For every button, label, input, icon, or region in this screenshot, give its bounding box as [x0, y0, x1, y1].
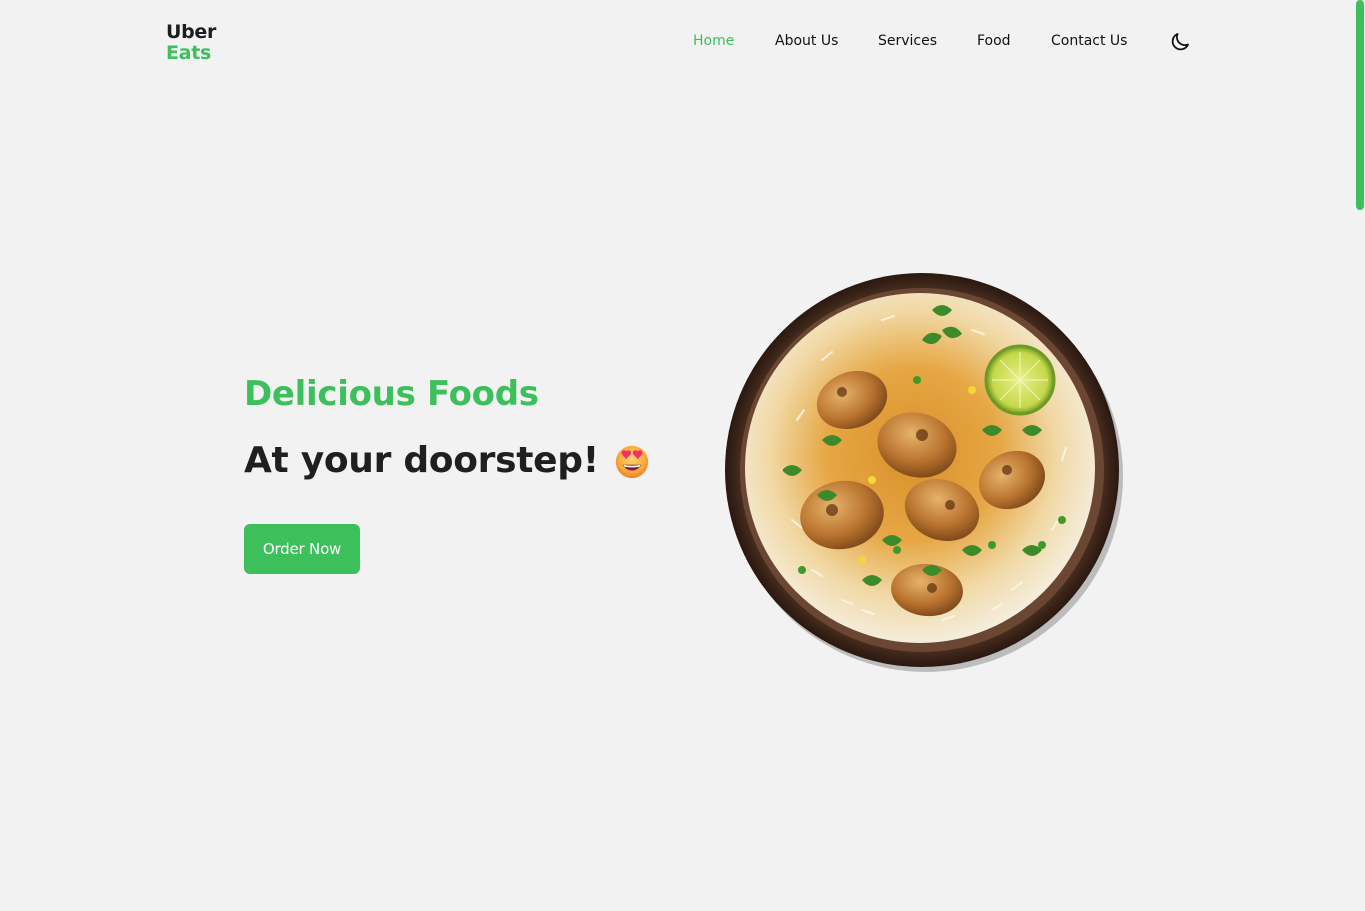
order-now-button[interactable]: Order Now — [244, 524, 360, 574]
nav-item-services[interactable]: Services — [878, 33, 937, 49]
nav-item-contact-us[interactable]: Contact Us — [1051, 33, 1127, 49]
nav-item-about-us[interactable]: About Us — [775, 33, 838, 49]
scrollbar-thumb[interactable] — [1356, 0, 1364, 210]
nav-item-home[interactable]: Home — [693, 33, 734, 49]
biryani-bowl-image — [725, 273, 1123, 672]
moon-icon — [1171, 33, 1189, 51]
hero-subtitle: At your doorstep! — [244, 440, 651, 481]
logo-uber-text: Uber — [166, 21, 217, 43]
theme-toggle-button[interactable] — [1168, 30, 1192, 54]
nav-item-food[interactable]: Food — [977, 33, 1011, 49]
hero-subtitle-text: At your doorstep! — [244, 440, 599, 481]
logo-eats-text: Eats — [166, 42, 211, 64]
scrollbar-track[interactable] — [1355, 0, 1365, 911]
hero-title: Delicious Foods — [244, 374, 539, 414]
logo[interactable]: Uber Eats — [166, 22, 216, 64]
heart-eyes-emoji-icon — [615, 445, 649, 478]
page: Uber Eats Home About Us Services Food Co… — [0, 0, 1365, 911]
